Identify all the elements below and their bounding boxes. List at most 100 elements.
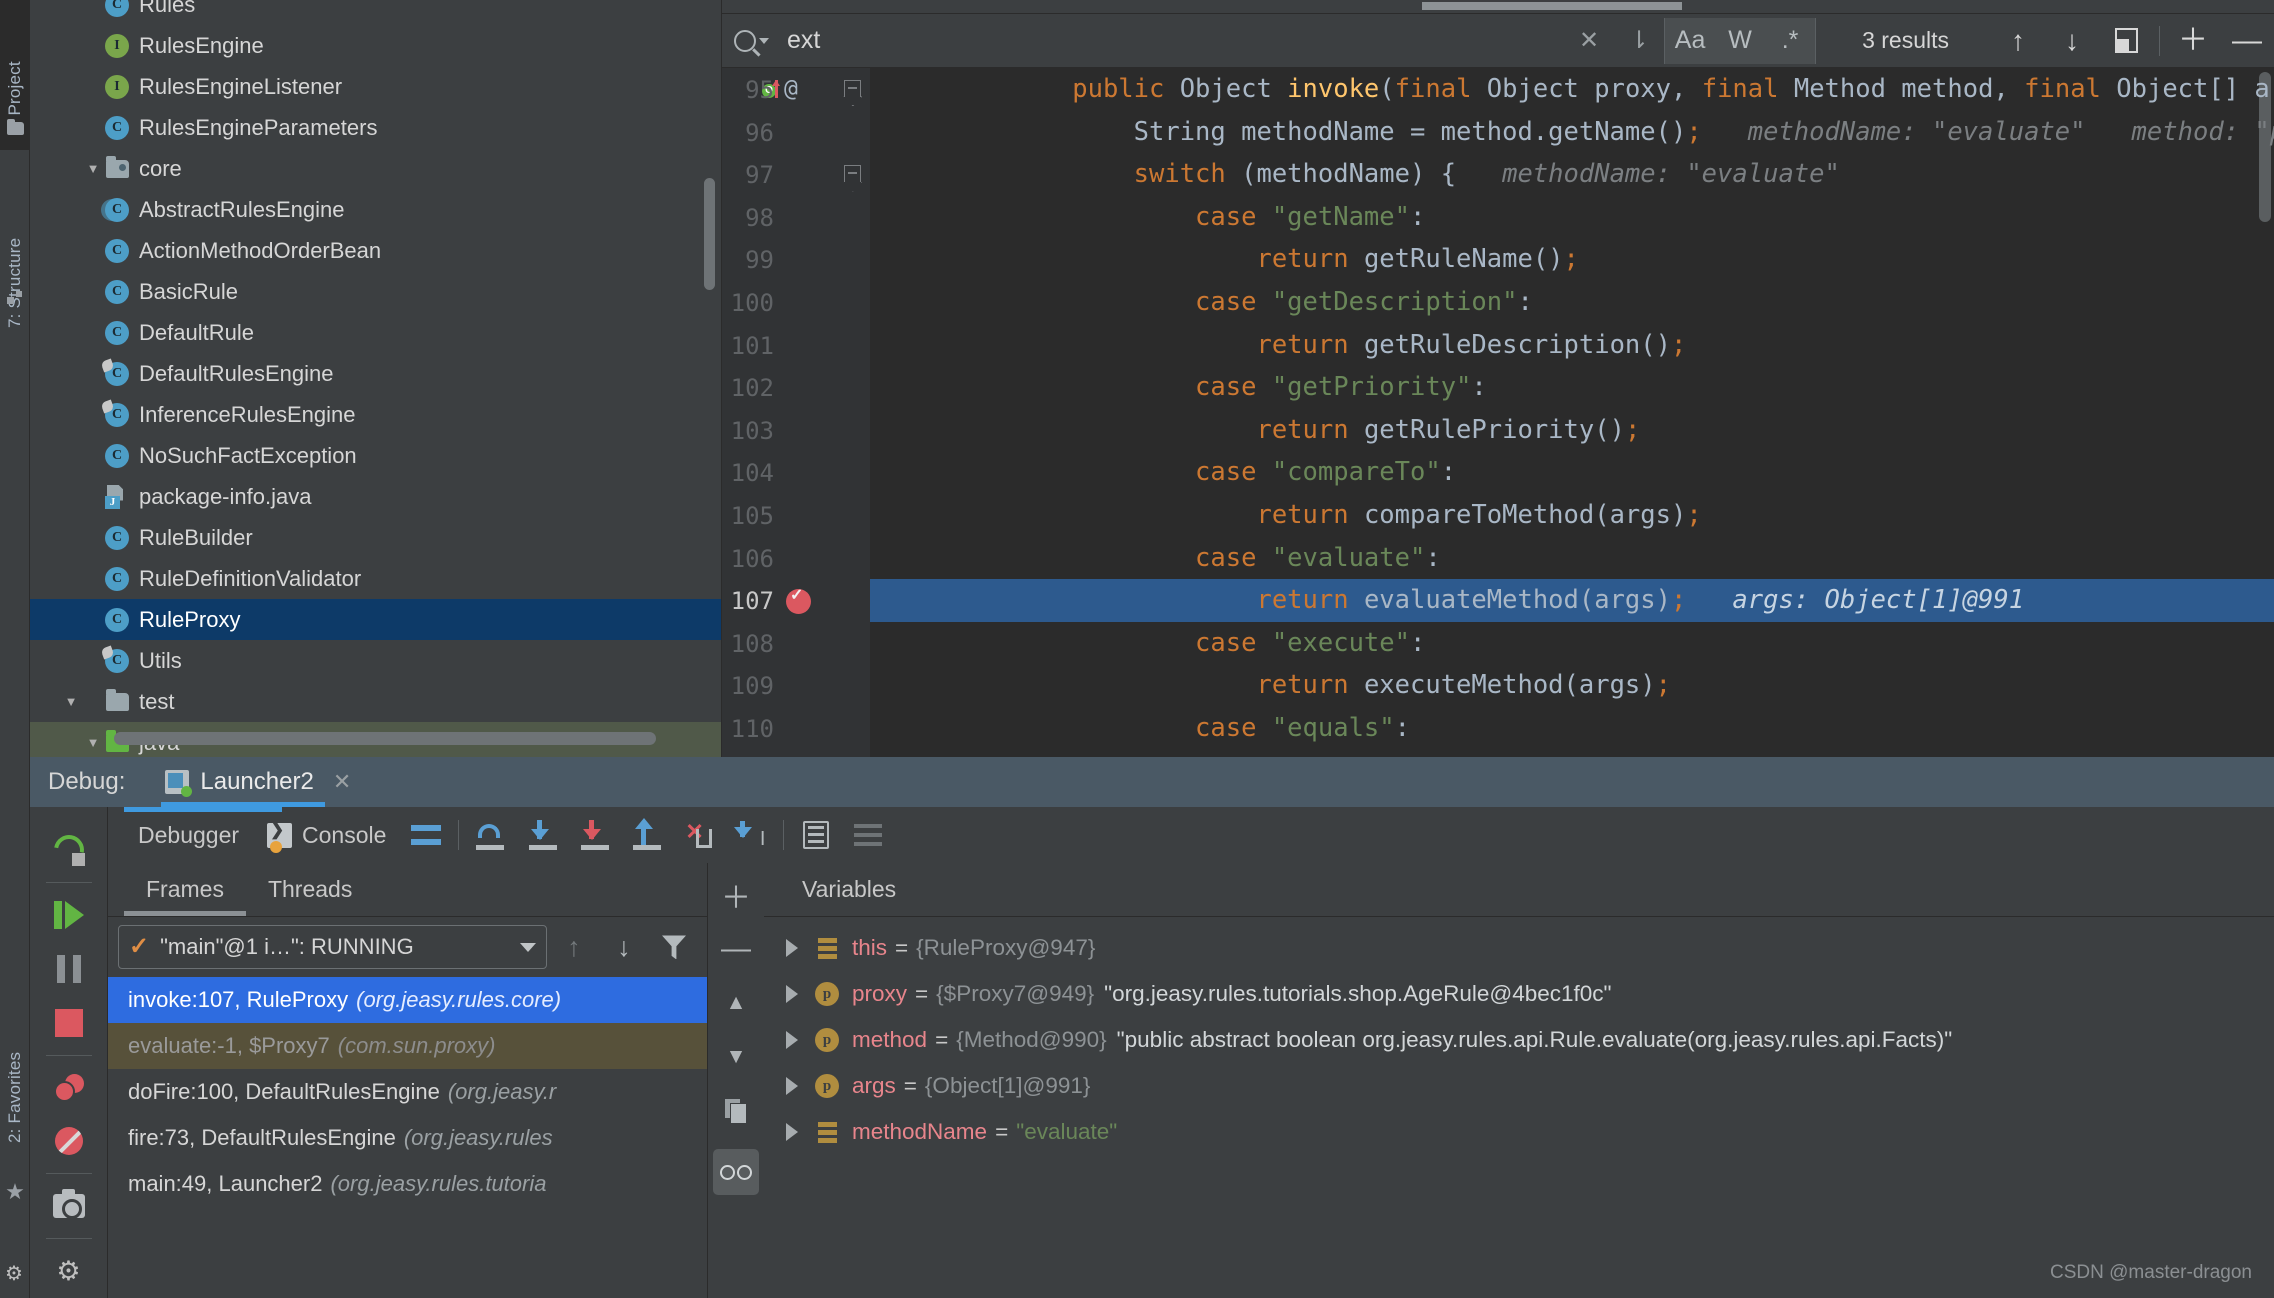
code-line[interactable]: switch (methodName) { methodName: "evalu…	[870, 153, 2274, 196]
step-into-icon[interactable]	[517, 807, 569, 863]
camera-icon[interactable]	[40, 1179, 98, 1233]
history-icon[interactable]: ⇂	[1614, 14, 1664, 67]
code-line[interactable]: return getRuleDescription();	[870, 324, 2274, 367]
close-icon[interactable]: ✕	[333, 769, 351, 795]
tab-threads[interactable]: Threads	[246, 863, 374, 916]
variable-row[interactable]: p method = {Method@990} "public abstract…	[764, 1017, 2274, 1063]
code-line[interactable]: case "getPriority":	[870, 366, 2274, 409]
code-line[interactable]: return getRuleName();	[870, 238, 2274, 281]
tree-node-test[interactable]: ▼ test	[30, 681, 721, 722]
layout-icon[interactable]	[400, 807, 452, 863]
code-line[interactable]: return executeMethod(args);	[870, 664, 2274, 707]
regex-button[interactable]: .*	[1765, 18, 1815, 64]
thread-selector[interactable]: ✓ "main"@1 i…": RUNNING	[118, 925, 547, 970]
fold-icon[interactable]	[844, 80, 861, 97]
match-case-button[interactable]: Aa	[1665, 18, 1715, 64]
tree-node[interactable]: C BasicRule	[30, 271, 721, 312]
fold-icon[interactable]	[844, 165, 861, 183]
editor-tab-strip[interactable]	[722, 0, 2274, 14]
code-line[interactable]: return getRulePriority();	[870, 409, 2274, 452]
code-line[interactable]: case "equals":	[870, 707, 2274, 750]
variable-row[interactable]: p proxy = {$Proxy7@949} "org.jeasy.rules…	[764, 971, 2274, 1017]
expand-arrow-icon[interactable]	[786, 1077, 798, 1096]
copy-icon[interactable]	[713, 1085, 759, 1137]
chevron-down-icon[interactable]	[759, 37, 769, 44]
tab-variables[interactable]: Variables	[780, 863, 918, 916]
move-down-icon[interactable]: ▼	[713, 1031, 759, 1083]
arrow-down-icon[interactable]: ↓	[2045, 14, 2099, 67]
debug-session-tab[interactable]: Launcher2 ✕	[161, 757, 355, 808]
code-line[interactable]: public Object invoke(final Object proxy,…	[870, 68, 2274, 111]
variables-list[interactable]: this = {RuleProxy@947} p proxy = {$Proxy…	[764, 917, 2274, 1298]
tree-node[interactable]: C RuleDefinitionValidator	[30, 558, 721, 599]
variable-row[interactable]: methodName = "evaluate"	[764, 1109, 2274, 1155]
project-tool-window[interactable]: C Rules I RulesEngine I RulesEngineListe…	[30, 0, 722, 758]
code-line[interactable]: case "getName":	[870, 196, 2274, 239]
tab-debugger[interactable]: Debugger	[124, 822, 253, 849]
code-text-area[interactable]: public Object invoke(final Object proxy,…	[870, 68, 2274, 757]
code-line[interactable]: return compareToMethod(args);	[870, 494, 2274, 537]
arrow-down-icon[interactable]: ↓	[601, 924, 647, 970]
code-line[interactable]: case "getDescription":	[870, 281, 2274, 324]
variable-row[interactable]: this = {RuleProxy@947}	[764, 925, 2274, 971]
tab-console[interactable]: Console	[253, 820, 400, 853]
resume-button[interactable]	[40, 888, 98, 942]
tree-node[interactable]: J package-info.java	[30, 476, 721, 517]
frame-row[interactable]: doFire:100, DefaultRulesEngine (org.jeas…	[108, 1069, 707, 1115]
tree-node[interactable]: C RuleBuilder	[30, 517, 721, 558]
frame-row[interactable]: fire:73, DefaultRulesEngine (org.jeasy.r…	[108, 1115, 707, 1161]
tool-window-button-favorites[interactable]: 2: Favorites	[0, 978, 30, 1158]
code-line[interactable]: String methodName = method.getName(); me…	[870, 111, 2274, 154]
settings-list-icon[interactable]	[842, 807, 894, 863]
open-in-panel-icon[interactable]	[2099, 14, 2153, 67]
tree-node-core[interactable]: ▼ core	[30, 148, 721, 189]
tree-node[interactable]: C InferenceRulesEngine	[30, 394, 721, 435]
frame-row[interactable]: evaluate:-1, $Proxy7 (com.sun.proxy)	[108, 1023, 707, 1070]
search-field-container[interactable]: ext	[722, 26, 1564, 55]
tree-node[interactable]: C ActionMethodOrderBean	[30, 230, 721, 271]
tree-node[interactable]: C DefaultRule	[30, 312, 721, 353]
chevron-down-icon[interactable]	[520, 942, 536, 952]
tree-vertical-scrollbar[interactable]	[704, 178, 715, 290]
move-up-icon[interactable]: ▲	[713, 977, 759, 1029]
tree-node[interactable]: I RulesEngine	[30, 25, 721, 66]
tree-node[interactable]: I RulesEngineListener	[30, 66, 721, 107]
tree-node[interactable]: C RulesEngineParameters	[30, 107, 721, 148]
tab-frames[interactable]: Frames	[124, 863, 246, 917]
expand-arrow-icon[interactable]	[786, 985, 798, 1004]
filter-icon[interactable]	[651, 924, 697, 970]
step-out-icon[interactable]	[621, 807, 673, 863]
gear-icon[interactable]: ⚙	[5, 1261, 23, 1286]
expand-arrow-icon[interactable]	[786, 1031, 798, 1050]
close-icon[interactable]: ✕	[1564, 14, 1614, 67]
breakpoint-icon[interactable]	[786, 585, 811, 615]
step-over-icon[interactable]	[465, 807, 517, 863]
arrow-up-icon[interactable]: ↑	[1991, 14, 2045, 67]
tree-twisty[interactable]: ▼	[60, 694, 82, 709]
remove-selection-icon[interactable]: ―	[2220, 14, 2274, 67]
variable-row[interactable]: p args = {Object[1]@991}	[764, 1063, 2274, 1109]
frames-list[interactable]: invoke:107, RuleProxy (org.jeasy.rules.c…	[108, 977, 707, 1298]
tree-node-ruleproxy[interactable]: C RuleProxy	[30, 599, 721, 640]
code-line[interactable]: case "evaluate":	[870, 537, 2274, 580]
code-line[interactable]: case "compareTo":	[870, 451, 2274, 494]
search-input[interactable]: ext	[787, 26, 820, 55]
tool-window-button-structure[interactable]: 7: Structure	[0, 158, 30, 343]
remove-icon[interactable]: ―	[713, 923, 759, 975]
tree-node[interactable]: C AbstractRulesEngine	[30, 189, 721, 230]
rerun-button[interactable]	[40, 823, 98, 877]
tree-horizontal-scrollbar[interactable]	[114, 732, 656, 746]
expand-arrow-icon[interactable]	[786, 939, 798, 958]
arrow-up-icon[interactable]: ↑	[551, 924, 597, 970]
force-step-into-icon[interactable]	[569, 807, 621, 863]
run-to-cursor-icon[interactable]: I	[725, 807, 777, 863]
tree-twisty[interactable]: ▼	[82, 161, 104, 176]
tree-twisty[interactable]: ▼	[82, 735, 104, 750]
tree-node[interactable]: C DefaultRulesEngine	[30, 353, 721, 394]
add-selection-icon[interactable]: ＋	[2166, 14, 2220, 67]
code-line-current[interactable]: return evaluateMethod(args); args: Objec…	[870, 579, 2274, 622]
stop-button[interactable]	[40, 996, 98, 1050]
view-breakpoints-button[interactable]	[40, 1061, 98, 1115]
mute-breakpoints-button[interactable]	[40, 1115, 98, 1169]
tree-node[interactable]: C NoSuchFactException	[30, 435, 721, 476]
